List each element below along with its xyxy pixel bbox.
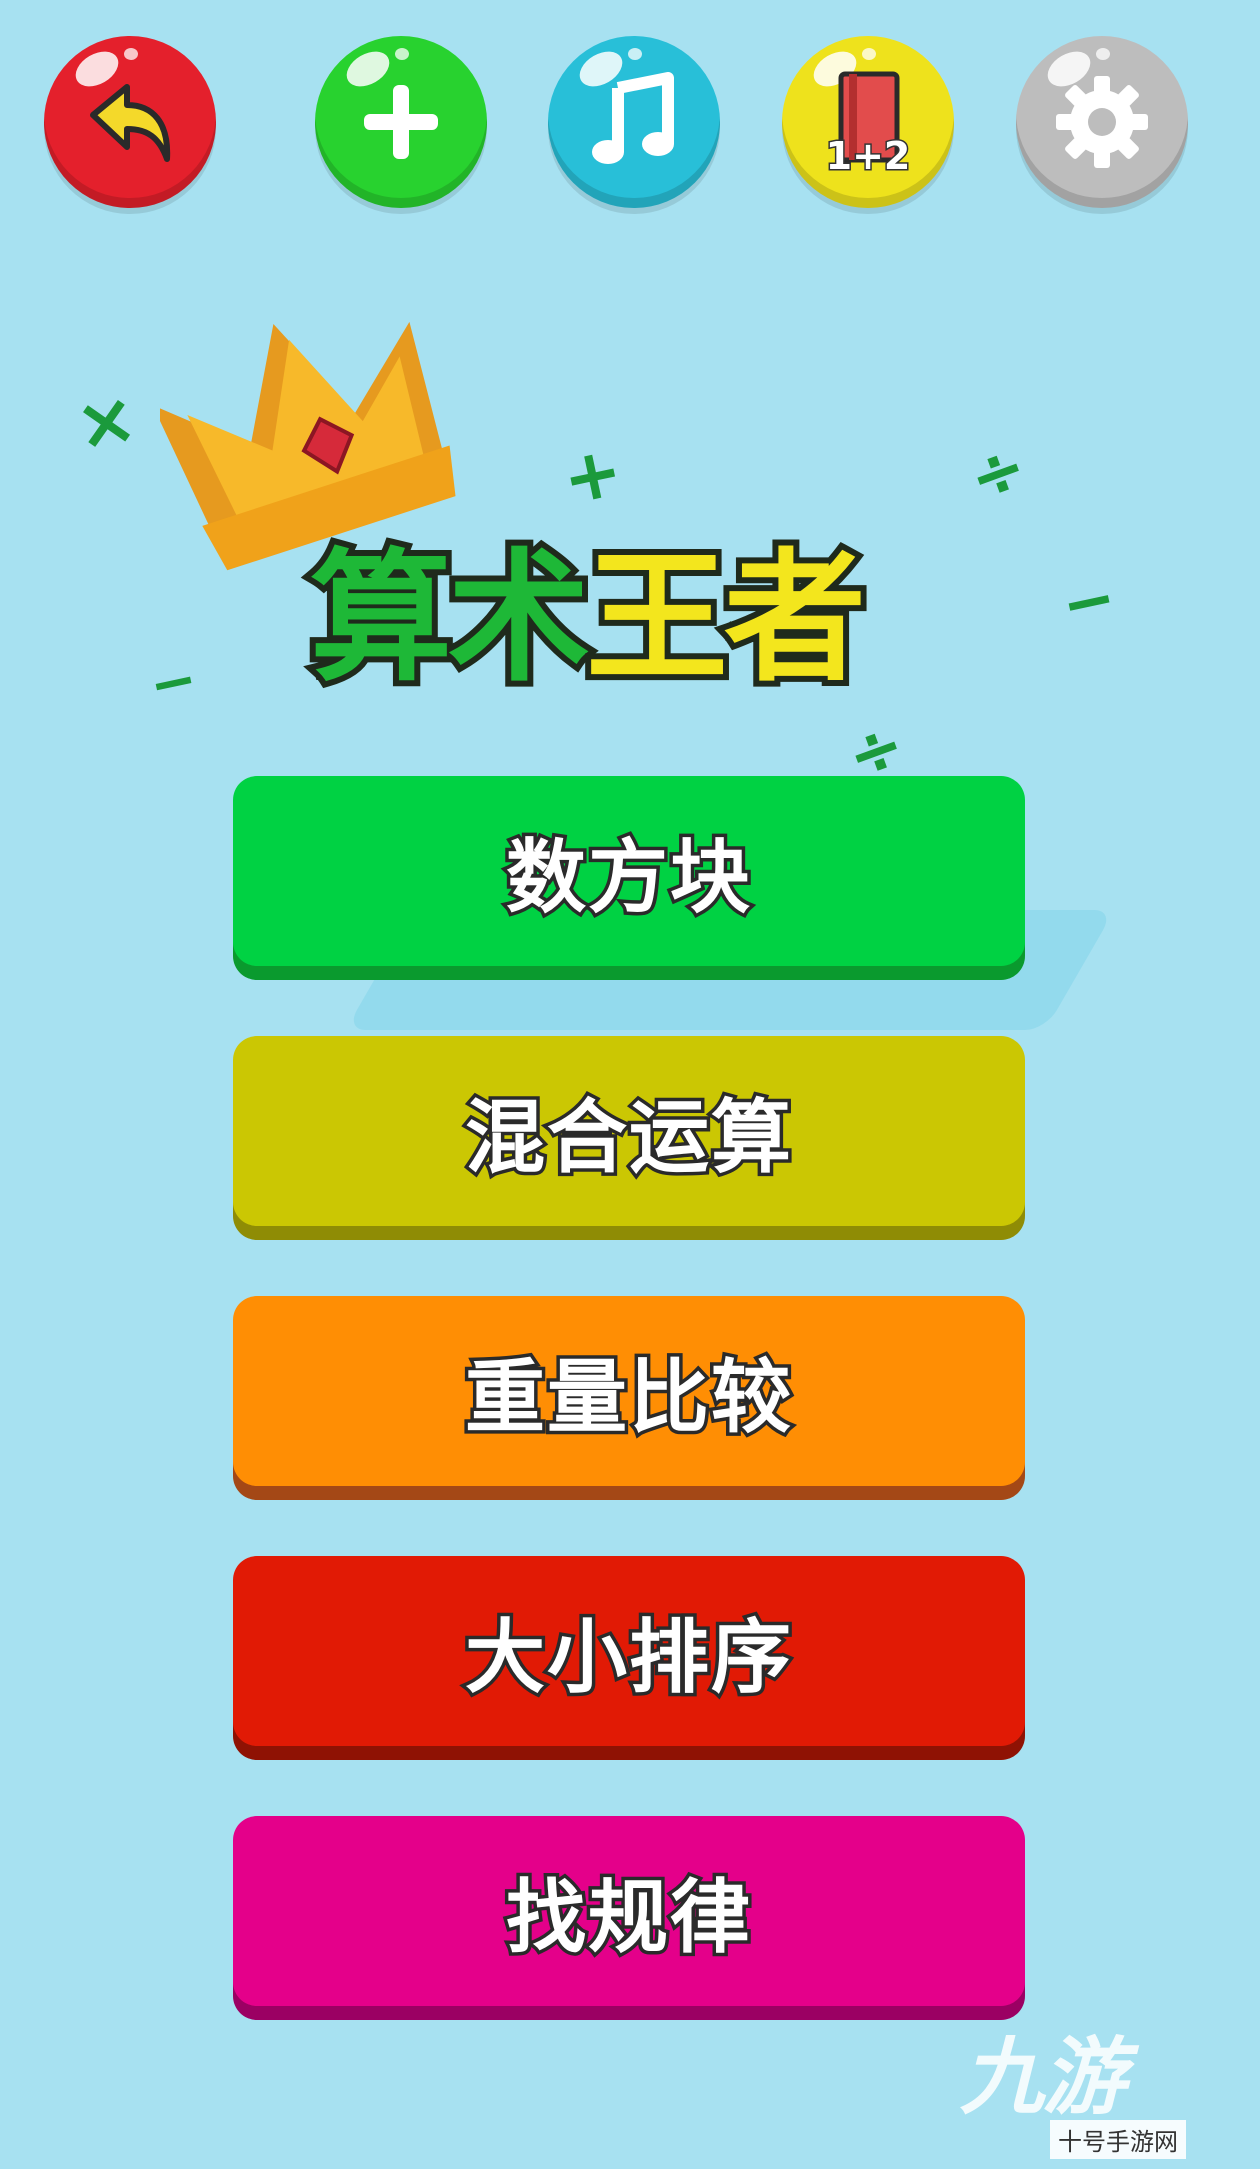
divide-symbol: ÷ [958,426,1037,519]
watermark: 九游 十号手游网 [960,2010,1230,2160]
game-main-menu: 1+2 × + ÷ − − ÷ 算术 王者 数方块 混合运算 重量比较 大小排序… [0,0,1260,2169]
menu-button-label: 混合运算 [462,1088,795,1188]
button-shine-dot [395,48,409,60]
title-part-green: 算术 [304,530,596,707]
menu-button-label: 找规律 [503,1868,754,1968]
multiply-symbol: × [69,374,144,468]
button-shine-dot [862,48,876,60]
menu-button-label: 大小排序 [462,1608,795,1708]
plus-icon [364,85,438,159]
settings-button[interactable] [1016,36,1188,208]
add-button[interactable] [315,36,487,208]
menu-button-mixed-operations[interactable]: 混合运算 [233,1036,1025,1226]
music-note-icon [592,72,674,164]
menu-button-find-pattern[interactable]: 找规律 [233,1816,1025,2006]
button-shine-dot [628,48,642,60]
watermark-site-name: 十号手游网 [1050,2120,1186,2159]
menu-button-count-blocks[interactable]: 数方块 [233,776,1025,966]
menu-button-weight-compare[interactable]: 重量比较 [233,1296,1025,1486]
back-button[interactable] [44,36,216,208]
watermark-logo: 九游 [960,2028,1126,2126]
button-shine-dot [124,48,138,60]
title-part-yellow: 王者 [580,530,872,707]
math-book-button[interactable]: 1+2 [782,36,954,208]
button-shine-dot [1096,48,1110,60]
menu-button-label: 重量比较 [462,1348,795,1448]
game-title: 算术 王者 [304,525,950,707]
menu-button-label: 数方块 [503,828,754,928]
minus-symbol: − [1054,560,1123,644]
gear-icon [1056,76,1148,168]
back-arrow-icon [90,84,171,162]
music-button[interactable] [548,36,720,208]
menu-button-size-sort[interactable]: 大小排序 [233,1556,1025,1746]
book-badge-text: 1+2 [824,133,912,180]
minus-symbol: − [143,645,204,720]
